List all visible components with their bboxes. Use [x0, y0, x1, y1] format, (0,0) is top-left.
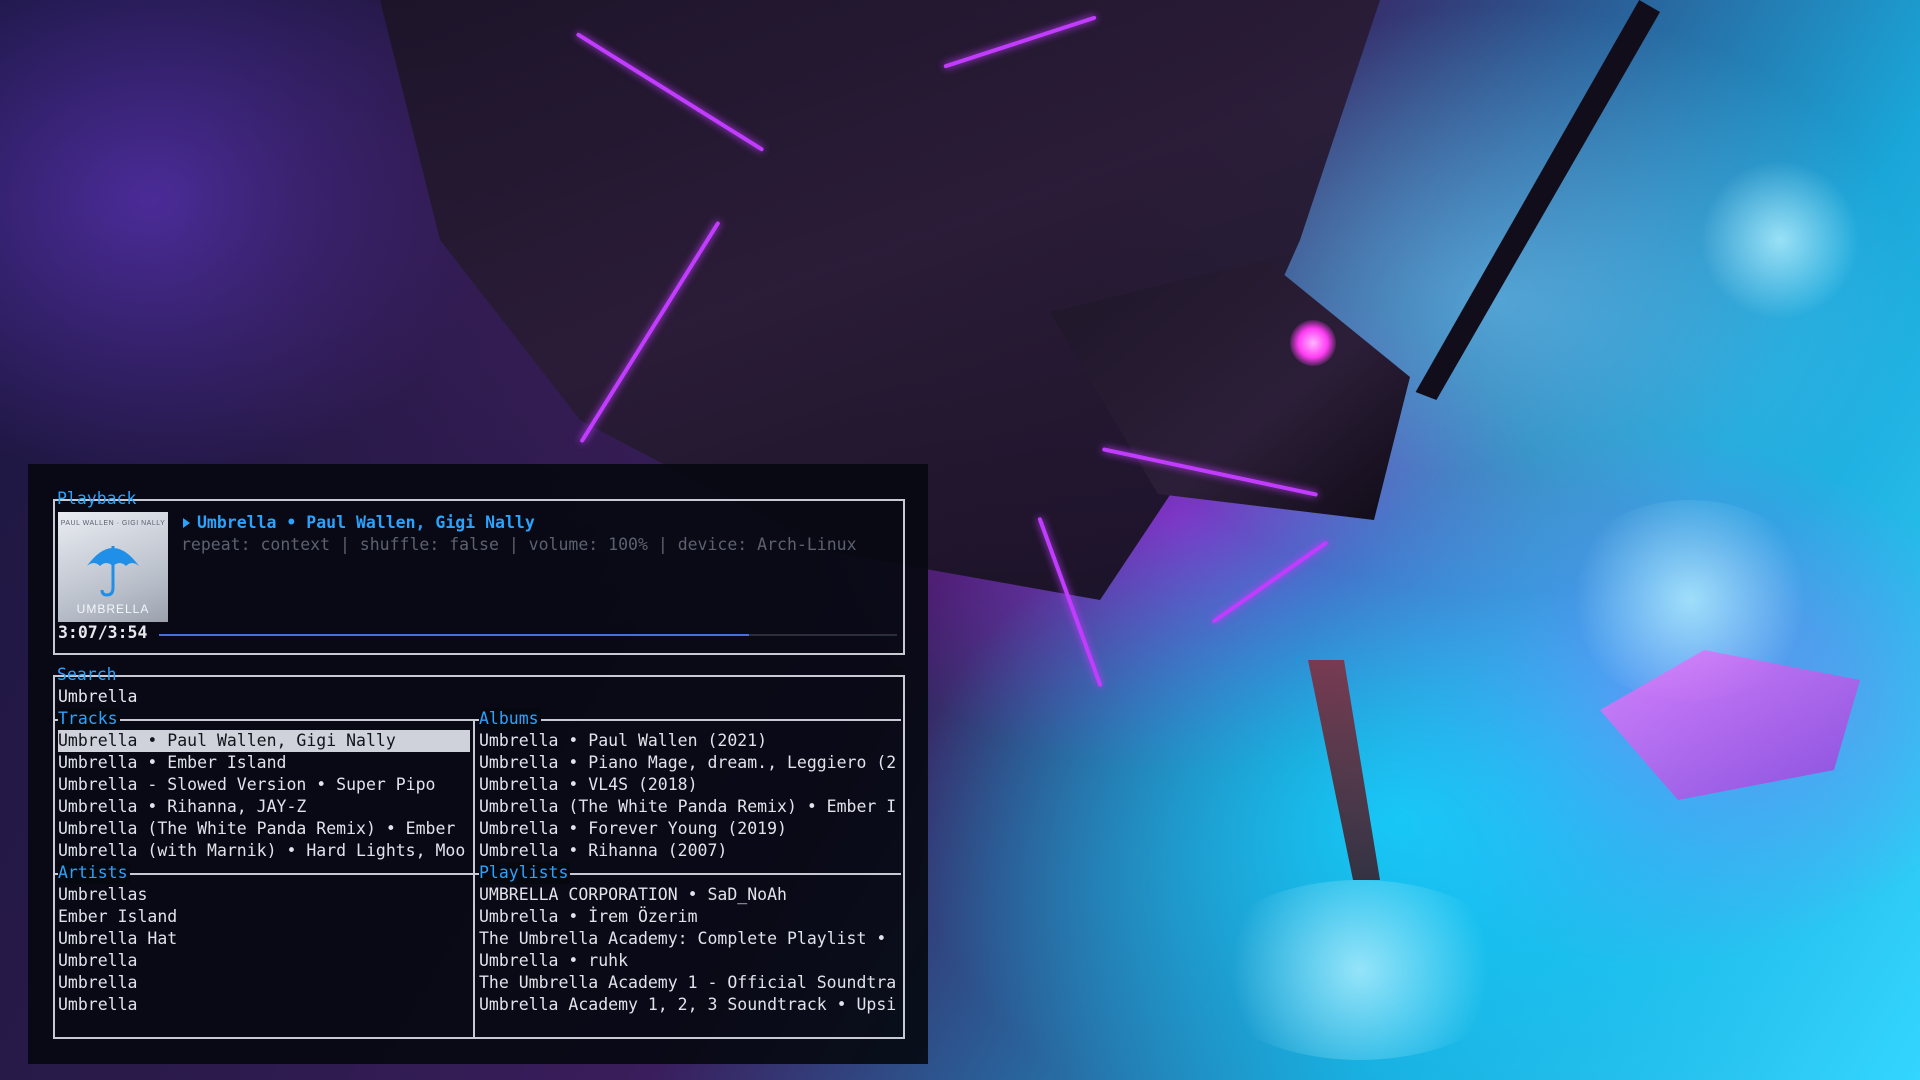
track-item[interactable]: Umbrella (with Marnik) • Hard Lights, Mo… [58, 840, 470, 862]
track-item[interactable]: Umbrella • Paul Wallen, Gigi Nally [58, 730, 470, 752]
wallpaper-mecha-eye [1290, 320, 1336, 366]
play-triangle-icon [183, 518, 190, 528]
progress-time: 3:07/3:54 [58, 623, 148, 642]
tracks-title: Tracks [58, 708, 120, 730]
playlist-item[interactable]: The Umbrella Academy: Complete Playlist … [479, 928, 899, 950]
artists-title: Artists [58, 862, 130, 884]
progress-bar[interactable] [159, 634, 897, 636]
umbrella-icon [87, 546, 139, 597]
tracks-list: Umbrella • Paul Wallen, Gigi Nally Umbre… [58, 730, 470, 862]
artist-item[interactable]: Umbrella [58, 994, 470, 1016]
album-item[interactable]: Umbrella • Rihanna (2007) [479, 840, 899, 862]
artist-item[interactable]: Umbrella Hat [58, 928, 470, 950]
search-panel: Search Umbrella Tracks Albums Umbrella •… [53, 665, 905, 1039]
artist-item[interactable]: Umbrella [58, 950, 470, 972]
search-panel-title: Search [57, 665, 117, 684]
wallpaper-glow-line [1211, 540, 1329, 624]
wallpaper-mecha-horn [1415, 0, 1660, 400]
track-item[interactable]: Umbrella (The White Panda Remix) • Ember [58, 818, 470, 840]
playlist-item[interactable]: Umbrella • ruhk [479, 950, 899, 972]
albums-list: Umbrella • Paul Wallen (2021) Umbrella •… [479, 730, 899, 862]
terminal-window[interactable]: Playback PAUL WALLEN · GIGI NALLY UMBREL… [28, 464, 928, 1064]
album-cover-title-text: UMBRELLA [76, 602, 150, 616]
now-playing-text: Umbrella • Paul Wallen, Gigi Nally [197, 513, 535, 532]
playlist-item[interactable]: Umbrella • İrem Özerim [479, 906, 899, 928]
album-item[interactable]: Umbrella (The White Panda Remix) • Ember… [479, 796, 899, 818]
album-item[interactable]: Umbrella • VL4S (2018) [479, 774, 899, 796]
progress-bar-fill [159, 634, 750, 636]
playback-status: repeat: context | shuffle: false | volum… [181, 535, 857, 554]
playlist-item[interactable]: UMBRELLA CORPORATION • SaD_NoAh [479, 884, 899, 906]
artist-item[interactable]: Umbrella [58, 972, 470, 994]
playlist-item[interactable]: Umbrella Academy 1, 2, 3 Soundtrack • Up… [479, 994, 899, 1016]
album-item[interactable]: Umbrella • Forever Young (2019) [479, 818, 899, 840]
track-item[interactable]: Umbrella • Ember Island [58, 752, 470, 774]
wallpaper-water-splash [1700, 160, 1860, 320]
search-input[interactable]: Umbrella [58, 686, 137, 708]
album-cover-artist-text: PAUL WALLEN · GIGI NALLY [60, 520, 166, 527]
album-cover: PAUL WALLEN · GIGI NALLY UMBRELLA [58, 512, 168, 622]
track-item[interactable]: Umbrella • Rihanna, JAY-Z [58, 796, 470, 818]
artist-item[interactable]: Umbrellas [58, 884, 470, 906]
playlist-item[interactable]: The Umbrella Academy 1 - Official Soundt… [479, 972, 899, 994]
now-playing: Umbrella • Paul Wallen, Gigi Nally [181, 512, 535, 534]
playlists-title: Playlists [479, 862, 571, 884]
wallpaper-water-splash [1200, 880, 1520, 1060]
playlists-list: UMBRELLA CORPORATION • SaD_NoAh Umbrella… [479, 884, 899, 1016]
artist-item[interactable]: Ember Island [58, 906, 470, 928]
artists-list: Umbrellas Ember Island Umbrella Hat Umbr… [58, 884, 470, 1016]
albums-title: Albums [479, 708, 541, 730]
album-item[interactable]: Umbrella • Paul Wallen (2021) [479, 730, 899, 752]
column-divider [473, 719, 475, 1037]
playback-panel: Playback PAUL WALLEN · GIGI NALLY UMBREL… [53, 489, 905, 655]
wallpaper-blade [1308, 660, 1380, 880]
track-item[interactable]: Umbrella - Slowed Version • Super Pipo [58, 774, 470, 796]
playback-panel-title: Playback [57, 489, 137, 508]
album-item[interactable]: Umbrella • Piano Mage, dream., Leggiero … [479, 752, 899, 774]
